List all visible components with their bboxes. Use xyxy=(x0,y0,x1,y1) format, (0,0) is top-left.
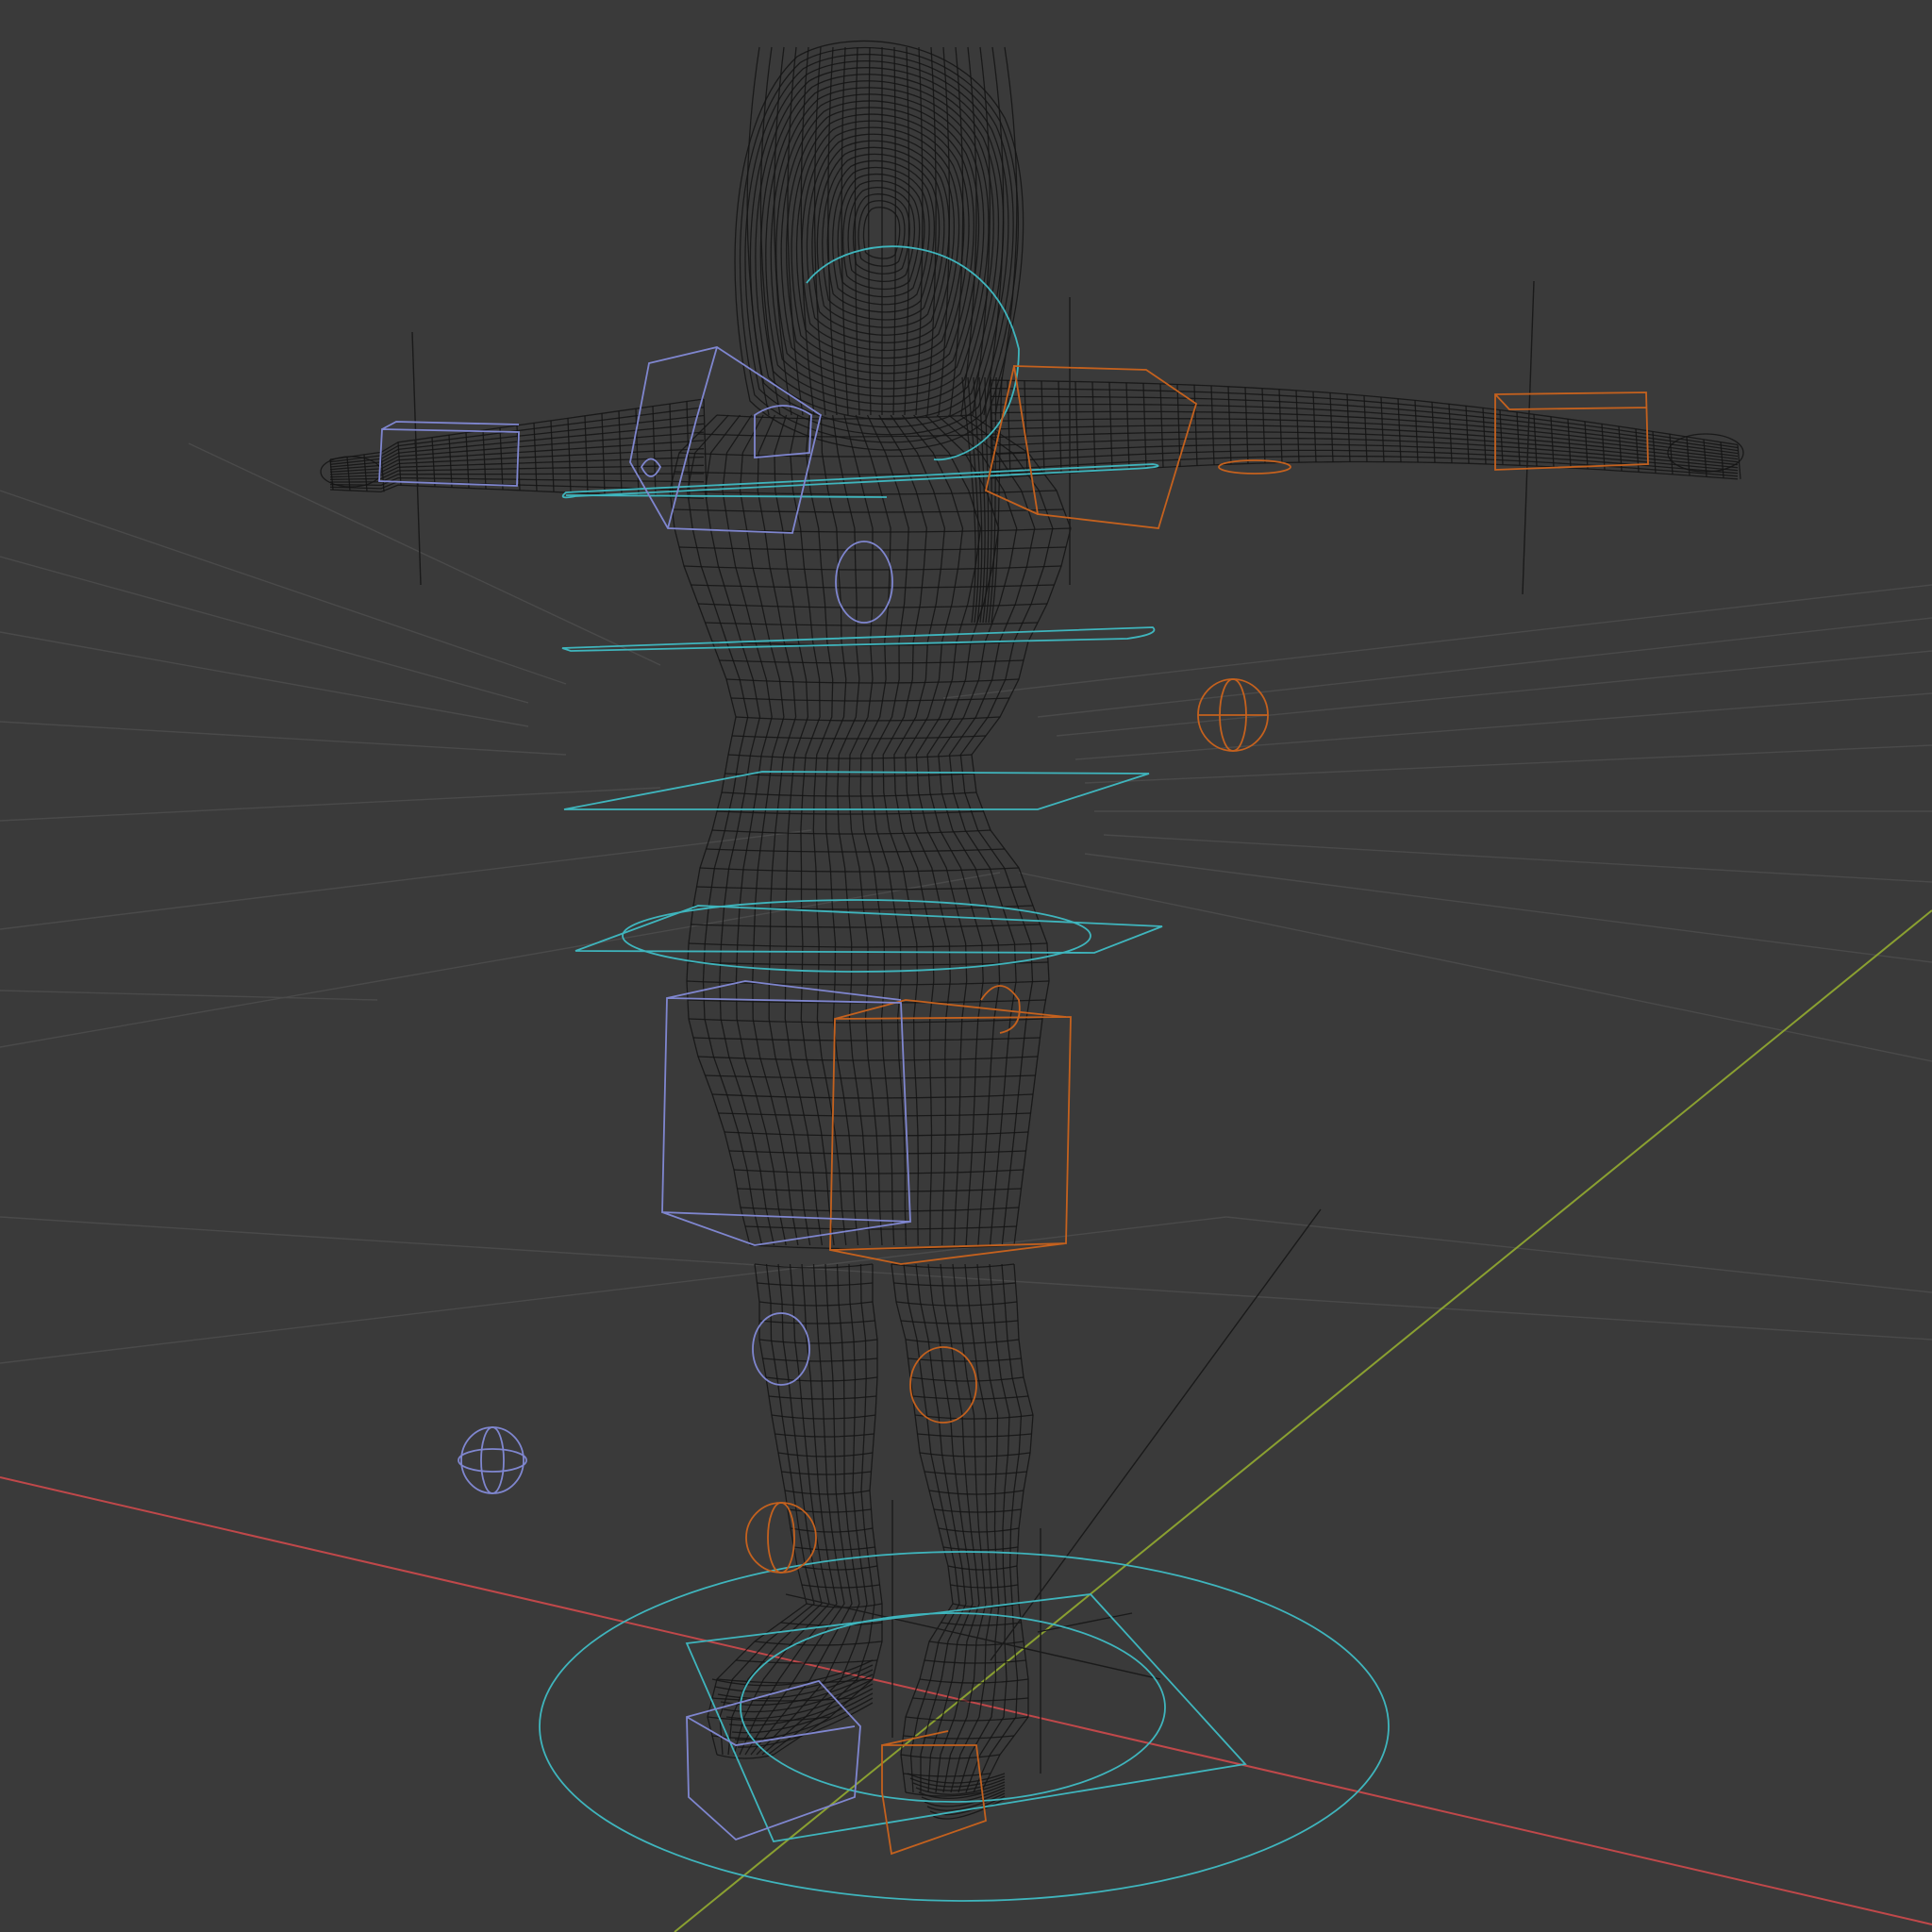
3d-viewport[interactable] xyxy=(0,0,1932,1932)
viewport-scene[interactable] xyxy=(0,0,1932,1932)
